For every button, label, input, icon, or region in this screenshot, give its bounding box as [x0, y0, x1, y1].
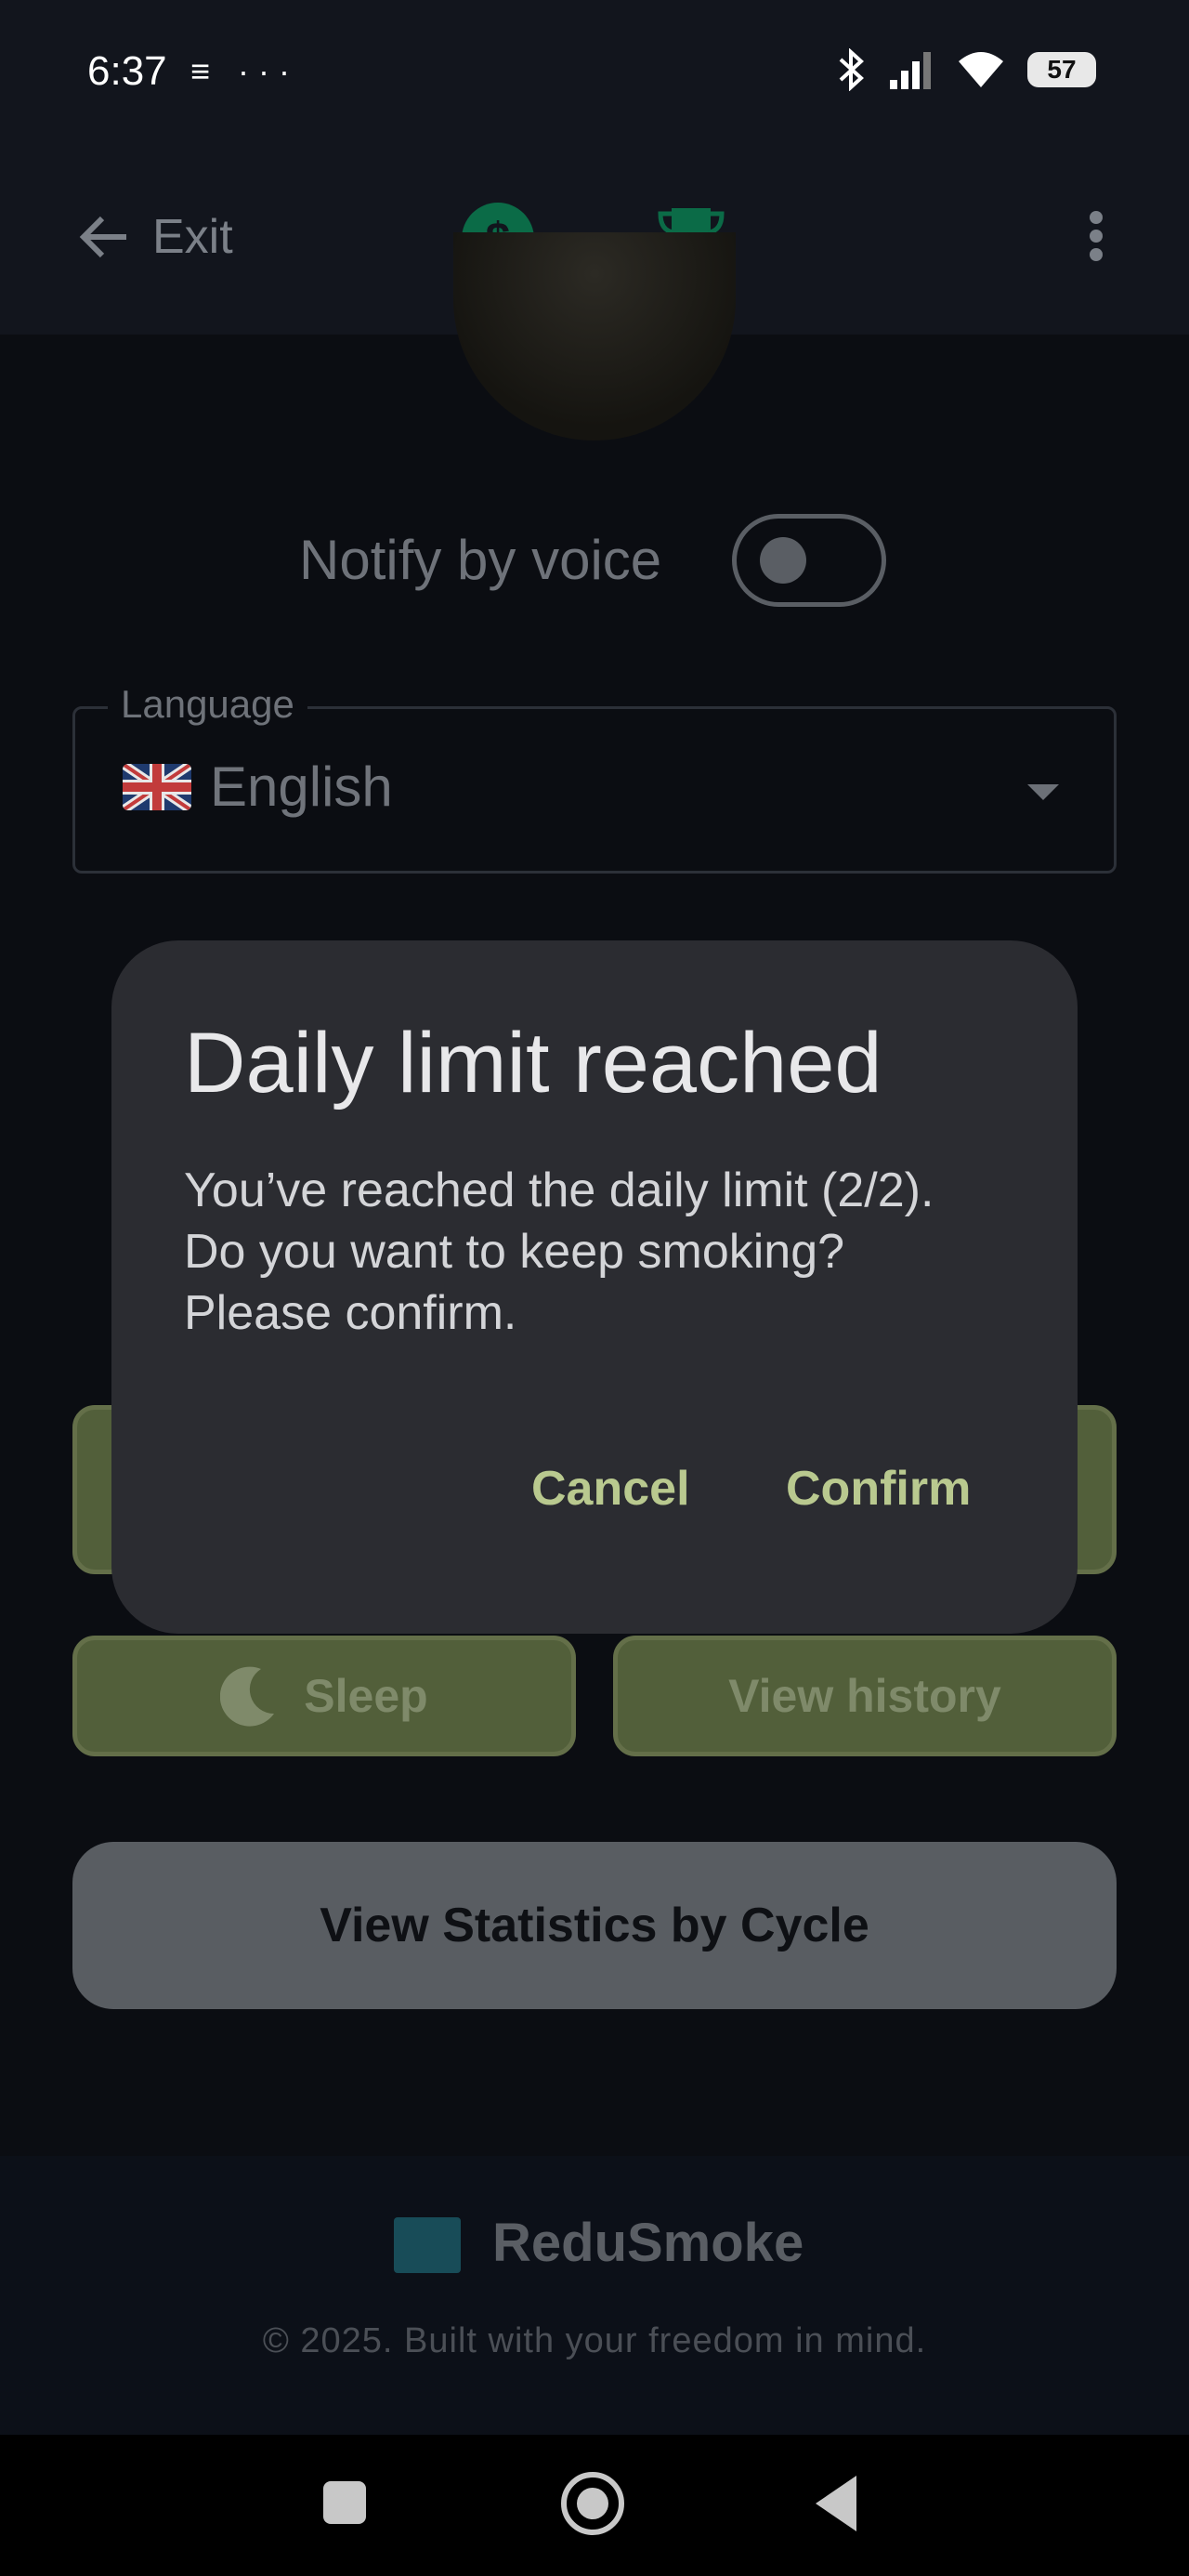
sleep-label: Sleep	[304, 1670, 428, 1722]
system-icons: 57	[838, 48, 1096, 91]
toggle-knob	[760, 537, 806, 584]
exit-button[interactable]: Exit	[78, 209, 233, 265]
language-value: English	[210, 756, 393, 818]
dialog-body: You’ve reached the daily limit (2/2). Do…	[184, 1160, 1020, 1344]
stats-label: View Statistics by Cycle	[320, 1899, 869, 1952]
cancel-button[interactable]: Cancel	[531, 1461, 690, 1517]
redusmoke-logo	[394, 2217, 461, 2273]
dialog-body-line: You’ve reached the daily limit (2/2).	[184, 1163, 934, 1217]
dialog-title: Daily limit reached	[184, 1016, 882, 1111]
footer	[0, 2156, 1189, 2435]
more-vertical-icon[interactable]	[1089, 210, 1104, 262]
recents-icon[interactable]	[323, 2481, 366, 2524]
view-statistics-button[interactable]: View Statistics by Cycle	[72, 1842, 1117, 2009]
notify-voice-label: Notify by voice	[299, 529, 662, 591]
signal-icon	[890, 52, 931, 89]
notification-icons: ≡ ···	[190, 52, 299, 90]
footer-brand: ReduSmoke	[492, 2213, 804, 2273]
language-label: Language	[108, 682, 307, 727]
home-icon-dot	[577, 2488, 608, 2519]
dialog-body-line: Please confirm.	[184, 1286, 517, 1340]
bluetooth-icon	[839, 48, 864, 91]
battery-indicator: 57	[1027, 52, 1096, 87]
exit-label: Exit	[152, 210, 233, 264]
uk-flag-icon	[123, 764, 191, 810]
sleep-button[interactable]: Sleep	[72, 1636, 576, 1756]
view-history-button[interactable]: View history	[613, 1636, 1117, 1756]
footer-copyright: © 2025. Built with your freedom in mind.	[262, 2321, 927, 2360]
dropdown-caret-icon	[1027, 784, 1059, 800]
notify-voice-toggle[interactable]	[732, 514, 886, 607]
back-arrow-icon	[79, 216, 126, 258]
avatar	[453, 232, 736, 440]
moon-icon	[220, 1666, 275, 1727]
status-time: 6:37	[87, 48, 167, 94]
back-icon[interactable]	[816, 2476, 856, 2531]
confirm-button[interactable]: Confirm	[786, 1461, 971, 1517]
history-label: View history	[728, 1670, 1001, 1722]
wifi-icon	[959, 52, 1003, 87]
dialog-body-line: Do you want to keep smoking?	[184, 1225, 845, 1279]
